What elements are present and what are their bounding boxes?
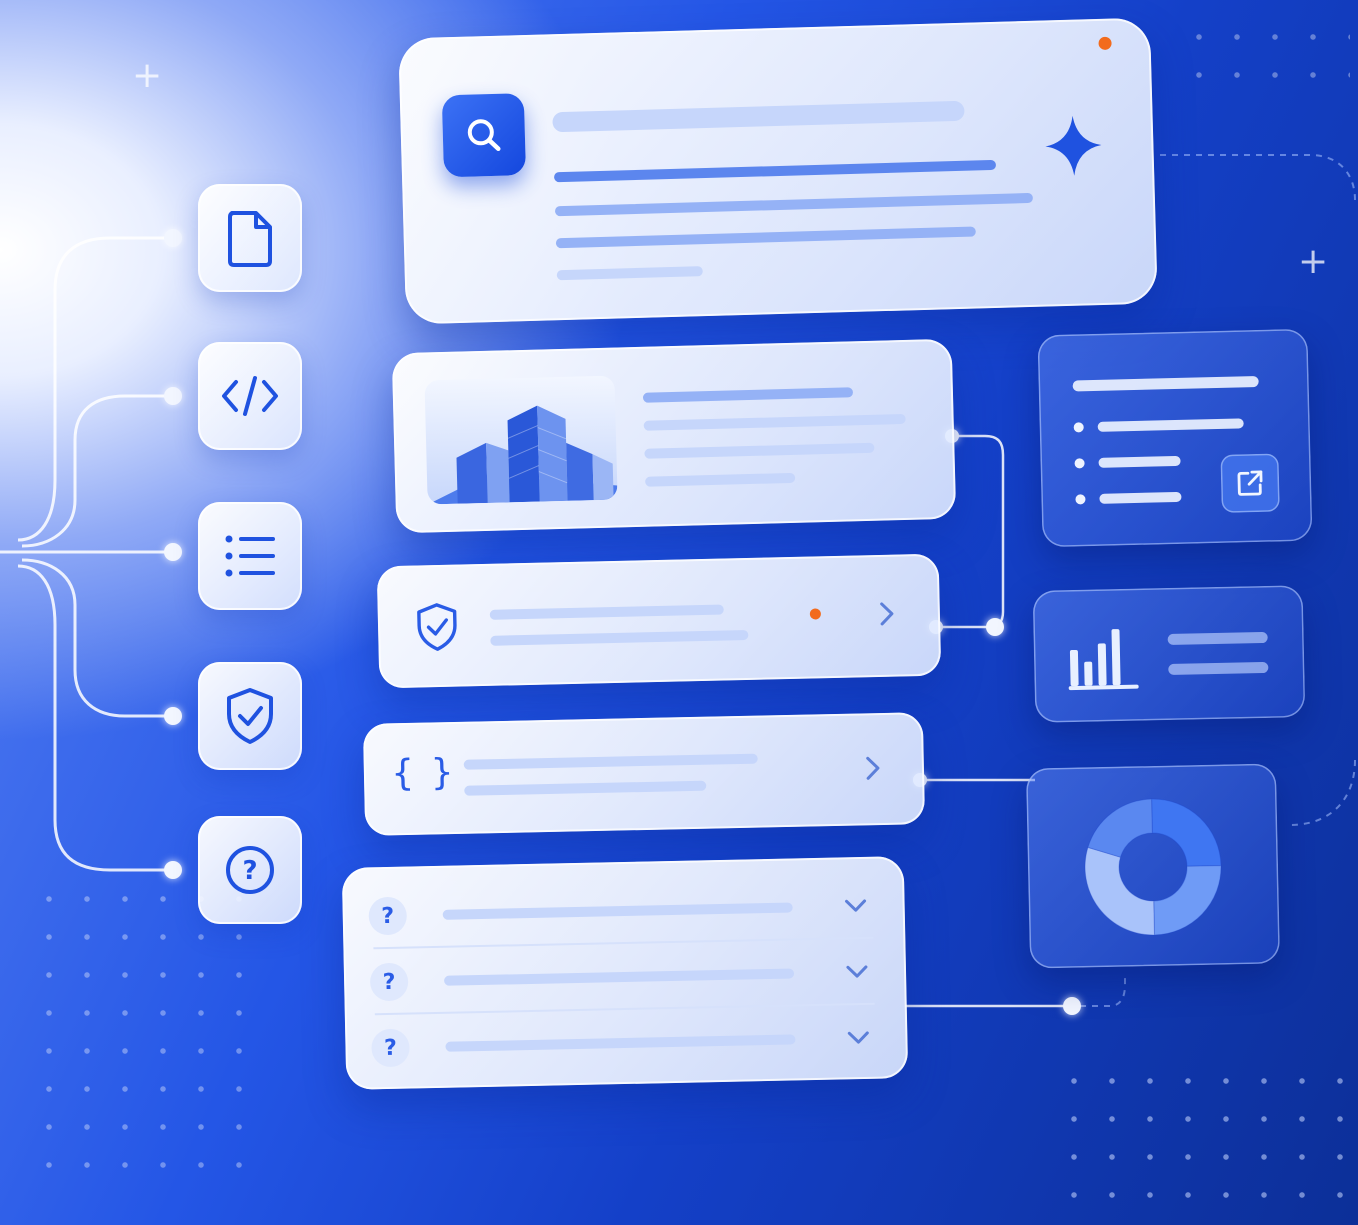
nav-tile-code[interactable]: [198, 342, 302, 450]
stats-panel: [1032, 585, 1306, 723]
faq-line: [444, 968, 795, 986]
faq-line: [445, 1034, 796, 1052]
bar-chart-icon: [1068, 629, 1139, 691]
faq-line: [442, 902, 793, 920]
sparkle-icon: [1045, 115, 1102, 176]
donut-slice: [1084, 846, 1155, 936]
notification-dot: [1098, 36, 1112, 50]
bullet: [1075, 494, 1086, 505]
result-line: [554, 192, 1033, 217]
article-line: [642, 387, 854, 403]
chevron-right-icon[interactable]: [864, 754, 883, 782]
shield-check-icon: [417, 603, 457, 651]
faq-item[interactable]: ?: [344, 942, 907, 1018]
question-icon: ?: [368, 896, 408, 936]
braces-icon: { }: [391, 752, 452, 795]
connector-node: [164, 387, 182, 405]
donut-chart-icon: [1084, 798, 1222, 936]
code-line: [463, 753, 758, 770]
help-icon: ?: [226, 846, 274, 894]
search-card: [398, 17, 1158, 325]
list-icon: [225, 535, 275, 577]
nav-tile-list[interactable]: [198, 502, 302, 610]
chevron-down-icon[interactable]: [845, 1029, 871, 1048]
result-line: [553, 159, 997, 183]
security-line: [489, 604, 724, 620]
faq-item[interactable]: ?: [342, 876, 905, 952]
security-row-card[interactable]: [376, 553, 942, 689]
donut-slice: [1087, 798, 1153, 858]
result-line: [556, 266, 703, 281]
donut-slice: [1151, 798, 1222, 867]
security-line: [490, 629, 749, 646]
result-line: [555, 226, 976, 249]
help-glyph: ?: [242, 856, 257, 886]
search-button[interactable]: [441, 93, 527, 178]
code-icon: [222, 376, 278, 416]
stats-line: [1168, 661, 1269, 676]
connector-node: [164, 861, 182, 879]
external-link-icon: [1237, 470, 1263, 496]
question-icon: ?: [371, 1028, 410, 1068]
donut-chart-panel: [1025, 763, 1281, 969]
list-panel: [1037, 328, 1313, 548]
connector-node: [164, 707, 182, 725]
search-icon: [467, 119, 501, 152]
question-icon: ?: [369, 962, 409, 1002]
article-line: [643, 413, 906, 431]
connector-node: [164, 229, 182, 247]
code-line: [464, 780, 707, 796]
notification-dot: [809, 608, 822, 620]
article-card[interactable]: [391, 338, 957, 534]
nav-tile-document[interactable]: [198, 184, 302, 292]
donut-slice: [1153, 865, 1222, 936]
faq-card: ? ? ?: [341, 856, 909, 1090]
bullet: [1073, 422, 1084, 433]
nav-tile-help[interactable]: ?: [198, 816, 302, 924]
search-query-bar: [552, 100, 965, 133]
nav-tile-security[interactable]: [198, 662, 302, 770]
building-graphic: [427, 405, 618, 505]
chevron-down-icon[interactable]: [842, 897, 868, 916]
external-link-button[interactable]: [1220, 453, 1280, 513]
code-row-card[interactable]: { }: [362, 712, 926, 836]
faq-item[interactable]: ?: [345, 1008, 908, 1084]
connector-node: [164, 543, 182, 561]
panel-line: [1099, 491, 1182, 504]
bullet: [1074, 458, 1085, 469]
chevron-right-icon[interactable]: [878, 600, 897, 628]
connector-node: [986, 618, 1004, 636]
connector-node: [1063, 997, 1081, 1015]
document-icon: [228, 211, 272, 267]
stats-line: [1167, 631, 1268, 646]
panel-line: [1098, 455, 1181, 468]
shield-check-icon: [227, 688, 273, 744]
building-thumbnail: [424, 375, 618, 505]
panel-line: [1097, 418, 1244, 432]
article-line: [644, 442, 875, 459]
chevron-down-icon[interactable]: [844, 963, 870, 982]
panel-line: [1072, 375, 1259, 392]
article-line: [645, 472, 796, 487]
